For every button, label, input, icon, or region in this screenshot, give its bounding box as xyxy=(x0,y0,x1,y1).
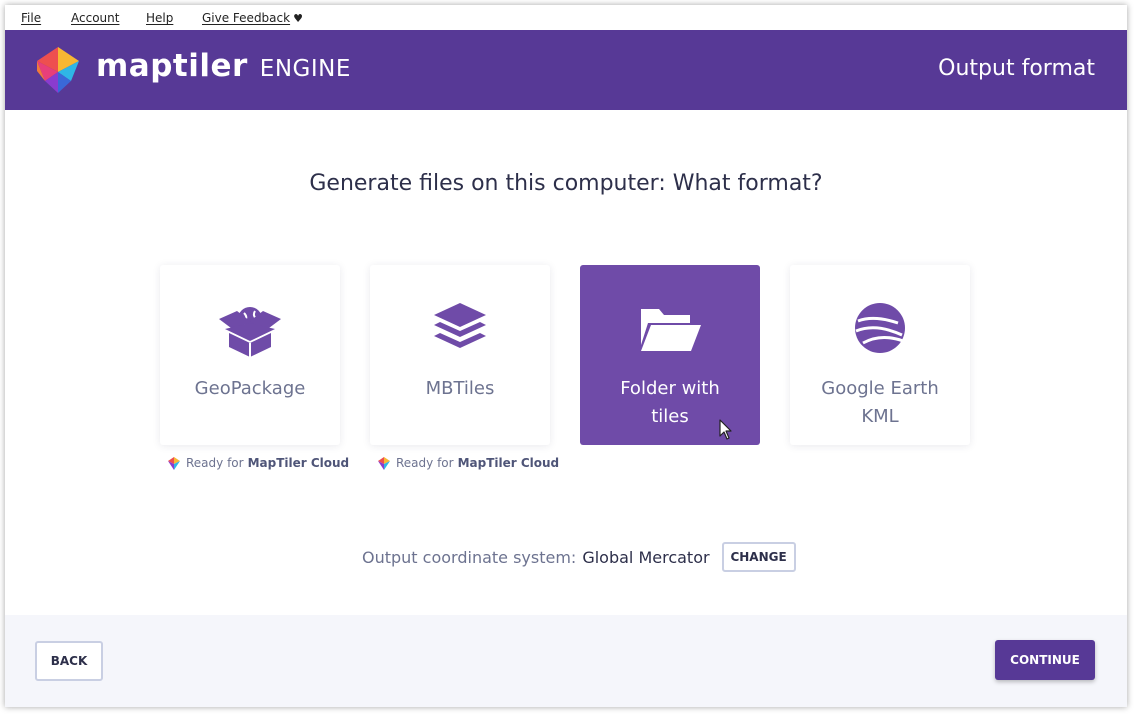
cloud-tag-prefix: Ready for xyxy=(396,456,454,470)
format-label: Folder with tiles xyxy=(620,378,720,427)
menu-give-feedback[interactable]: Give Feedback ♥ xyxy=(202,11,303,25)
brand-sub: ENGINE xyxy=(259,56,351,82)
page-title: Output format xyxy=(938,56,1095,81)
cloud-tag-prefix: Ready for xyxy=(186,456,244,470)
brand: maptiler ENGINE xyxy=(96,48,351,84)
format-card-folder-with-tiles[interactable]: Folder with tiles xyxy=(580,265,760,445)
cloud-ready-tag-geopackage: Ready for MapTiler Cloud xyxy=(168,456,349,470)
app-header: maptiler ENGINE Output format xyxy=(5,30,1127,110)
continue-button[interactable]: CONTINUE xyxy=(995,640,1095,680)
layers-icon xyxy=(434,303,486,348)
cloud-ready-tag-mbtiles: Ready for MapTiler Cloud xyxy=(378,456,559,470)
format-label: GeoPackage xyxy=(194,378,306,399)
format-label: Google Earth KML xyxy=(821,378,939,427)
menu-account[interactable]: Account xyxy=(71,11,119,25)
maptiler-logo-icon xyxy=(168,456,180,470)
maptiler-logo-icon xyxy=(37,47,79,93)
menu-give-feedback-label: Give Feedback xyxy=(202,11,291,25)
mouse-cursor-icon xyxy=(719,419,732,440)
menu-file[interactable]: File xyxy=(21,11,41,25)
folder-open-icon xyxy=(641,309,701,351)
open-box-globe-icon xyxy=(219,307,281,357)
coordinate-system-value: Global Mercator xyxy=(582,547,710,567)
format-card-mbtiles[interactable]: MBTiles xyxy=(370,265,550,445)
format-label: MBTiles xyxy=(425,378,495,399)
coordinate-system-label: Output coordinate system: xyxy=(362,547,577,567)
brand-name: maptiler xyxy=(96,48,248,84)
cloud-tag-brand: MapTiler Cloud xyxy=(247,456,350,470)
footer-bar: BACK CONTINUE xyxy=(5,615,1127,707)
back-button[interactable]: BACK xyxy=(35,641,103,681)
maptiler-logo-icon xyxy=(378,456,390,470)
app-window: File Account Help Give Feedback ♥ maptile… xyxy=(5,5,1127,707)
coordinate-system-row: Output coordinate system: Global Mercato… xyxy=(362,542,796,572)
format-card-geopackage[interactable]: GeoPackage xyxy=(160,265,340,445)
format-question: Generate files on this computer: What fo… xyxy=(309,171,823,196)
cloud-tag-brand: MapTiler Cloud xyxy=(457,456,560,470)
menu-bar: File Account Help Give Feedback ♥ xyxy=(5,5,1127,30)
change-coordinate-system-button[interactable]: CHANGE xyxy=(721,542,796,572)
format-card-google-earth-kml[interactable]: Google Earth KML xyxy=(790,265,970,445)
google-earth-icon xyxy=(855,303,905,353)
menu-help[interactable]: Help xyxy=(146,11,173,25)
heart-icon: ♥ xyxy=(293,12,303,25)
